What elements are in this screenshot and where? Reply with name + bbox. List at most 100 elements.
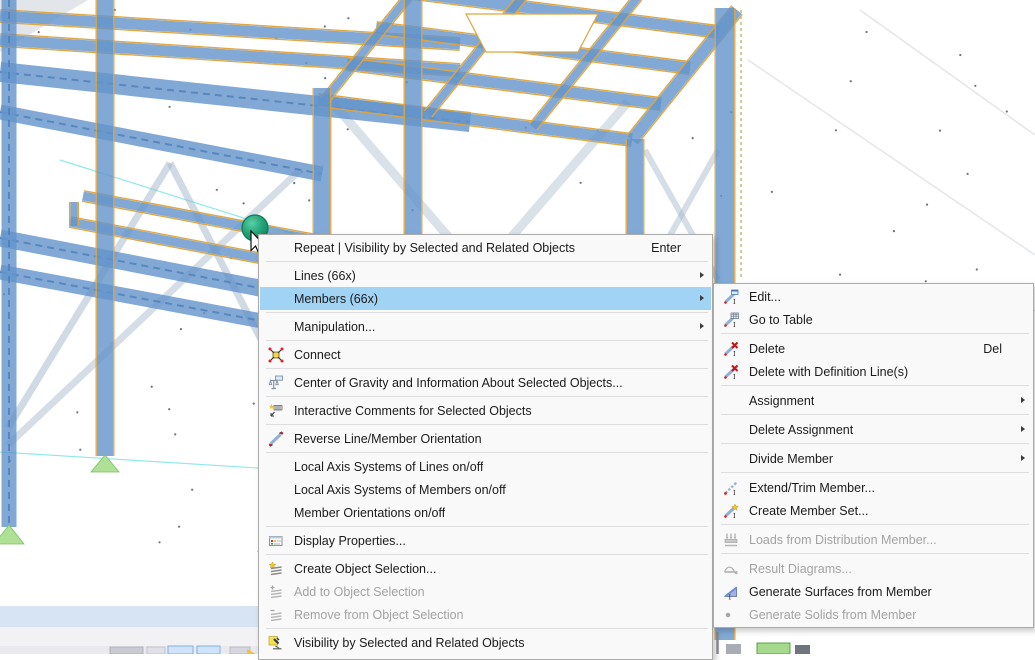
menu-separator (721, 333, 1029, 334)
svg-text:I: I (733, 512, 736, 519)
menu-item-connect[interactable]: Connect (260, 343, 711, 366)
menu-item-label: Repeat | Visibility by Selected and Rela… (294, 241, 575, 255)
icon-spacer (720, 422, 742, 438)
toolbar-button[interactable] (110, 647, 143, 654)
menu-item-label: Generate Surfaces from Member (749, 585, 932, 599)
icon-spacer (265, 505, 287, 521)
menu-item-label: Result Diagrams... (749, 562, 852, 576)
menu-item-label: Members (66x) (294, 292, 378, 306)
menu-item-manipulation[interactable]: Manipulation... (260, 315, 711, 338)
ground-beam-band (0, 606, 258, 627)
menu-item-loads-from-distribution-member: Loads from Distribution Member... (715, 528, 1032, 551)
menu-item-label: Visibility by Selected and Related Objec… (294, 636, 524, 650)
add-to-object-selection-icon (265, 584, 287, 600)
shortcut-label: Del (983, 342, 1032, 356)
menu-item-edit[interactable]: IEdit... (715, 285, 1032, 308)
loads-from-distribution-member-icon (720, 532, 742, 548)
icon-spacer (265, 240, 287, 256)
menu-item-extend-trim-member[interactable]: IExtend/Trim Member... (715, 476, 1032, 499)
submenu-arrow-icon (700, 295, 704, 301)
menu-item-add-to-object-selection: Add to Object Selection (260, 580, 711, 603)
menu-item-delete-assignment[interactable]: Delete Assignment (715, 418, 1032, 441)
svg-text:I: I (733, 321, 736, 328)
menu-item-label: Center of Gravity and Information About … (294, 376, 623, 390)
toolbar-button[interactable] (147, 647, 165, 654)
submenu-arrow-icon (700, 323, 704, 329)
statusbar-green-button[interactable] (757, 643, 790, 654)
menu-item-local-axis-systems-of-members-on-off[interactable]: Local Axis Systems of Members on/off (260, 478, 711, 501)
extend-trim-member-icon: I (720, 480, 742, 496)
icon-spacer (265, 482, 287, 498)
menu-item-interactive-comments-for-selected-objects[interactable]: Interactive Comments for Selected Object… (260, 399, 711, 422)
submenu-arrow-icon (1021, 455, 1025, 461)
menu-item-visibility-by-selected-and-related-objects[interactable]: Visibility by Selected and Related Objec… (260, 631, 711, 654)
svg-text:I: I (729, 593, 732, 600)
edit-member-icon: I (720, 289, 742, 305)
menu-separator (266, 340, 708, 341)
remove-from-object-selection-icon (265, 607, 287, 623)
menu-item-generate-surfaces-from-member[interactable]: I Generate Surfaces from Member (715, 580, 1032, 603)
roof-opening (466, 14, 598, 52)
menu-item-label: Generate Solids from Member (749, 608, 916, 622)
menu-item-center-of-gravity-and-information-about-se[interactable]: Center of Gravity and Information About … (260, 371, 711, 394)
connect-icon (265, 347, 287, 363)
menu-item-delete[interactable]: I Delete Del (715, 337, 1032, 360)
menu-item-label: Lines (66x) (294, 269, 356, 283)
visibility-icon (265, 635, 287, 651)
menu-separator (721, 385, 1029, 386)
create-object-selection-icon (265, 561, 287, 577)
menu-item-label: Delete with Definition Line(s) (749, 365, 908, 379)
menu-item-members-66x[interactable]: Members (66x) (260, 287, 711, 310)
menu-item-label: Connect (294, 348, 341, 362)
menu-item-create-member-set[interactable]: I Create Member Set... (715, 499, 1032, 522)
delete-with-definition-line-icon: I (720, 364, 742, 380)
menu-separator (721, 414, 1029, 415)
submenu-arrow-icon (1021, 397, 1025, 403)
members-submenu: IEdit...IGo to TableIDeleteDelIDelete wi… (713, 283, 1034, 628)
menu-item-delete-with-definition-line-s[interactable]: I Delete with Definition Line(s) (715, 360, 1032, 383)
statusbar-icon[interactable] (795, 645, 810, 654)
menu-item-display-properties[interactable]: Display Properties... (260, 529, 711, 552)
menu-item-lines-66x[interactable]: Lines (66x) (260, 264, 711, 287)
bottom-toolbar[interactable] (0, 646, 258, 654)
menu-item-label: Create Member Set... (749, 504, 869, 518)
menu-item-repeat-visibility-by-selected-and-related-[interactable]: Repeat | Visibility by Selected and Rela… (260, 236, 711, 259)
menu-item-label: Divide Member (749, 452, 833, 466)
menu-separator (266, 628, 708, 629)
menu-separator (721, 443, 1029, 444)
menu-item-generate-solids-from-member: Generate Solids from Member (715, 603, 1032, 626)
menu-item-divide-member[interactable]: Divide Member (715, 447, 1032, 470)
menu-separator (266, 396, 708, 397)
svg-text:I: I (733, 298, 736, 305)
menu-separator (266, 554, 708, 555)
interactive-comments-icon (265, 403, 287, 419)
menu-item-label: Assignment (749, 394, 814, 408)
main-context-menu: Repeat | Visibility by Selected and Rela… (258, 234, 713, 660)
svg-text:I: I (733, 350, 736, 357)
go-to-table-icon: I (720, 312, 742, 328)
submenu-arrow-icon (1021, 426, 1025, 432)
menu-item-label: Remove from Object Selection (294, 608, 464, 622)
svg-text:I: I (733, 373, 736, 380)
menu-separator (266, 424, 708, 425)
menu-item-reverse-line-member-orientation[interactable]: Reverse Line/Member Orientation (260, 427, 711, 450)
menu-item-label: Delete (749, 342, 785, 356)
menu-item-go-to-table[interactable]: IGo to Table (715, 308, 1032, 331)
menu-item-member-orientations-on-off[interactable]: Member Orientations on/off (260, 501, 711, 524)
delete-member-icon: I (720, 341, 742, 357)
icon-spacer (720, 393, 742, 409)
menu-item-create-object-selection[interactable]: Create Object Selection... (260, 557, 711, 580)
menu-item-label: Delete Assignment (749, 423, 853, 437)
toolbar-button-active[interactable] (168, 646, 193, 654)
menu-item-label: Create Object Selection... (294, 562, 436, 576)
menu-separator (266, 526, 708, 527)
menu-item-label: Add to Object Selection (294, 585, 425, 599)
menu-item-assignment[interactable]: Assignment (715, 389, 1032, 412)
create-member-set-icon: I (720, 503, 742, 519)
menu-item-label: Display Properties... (294, 534, 406, 548)
toolbar-button-active[interactable] (197, 646, 220, 654)
menu-separator (266, 312, 708, 313)
menu-separator (266, 368, 708, 369)
statusbar-icon[interactable] (726, 644, 741, 654)
menu-item-local-axis-systems-of-lines-on-off[interactable]: Local Axis Systems of Lines on/off (260, 455, 711, 478)
